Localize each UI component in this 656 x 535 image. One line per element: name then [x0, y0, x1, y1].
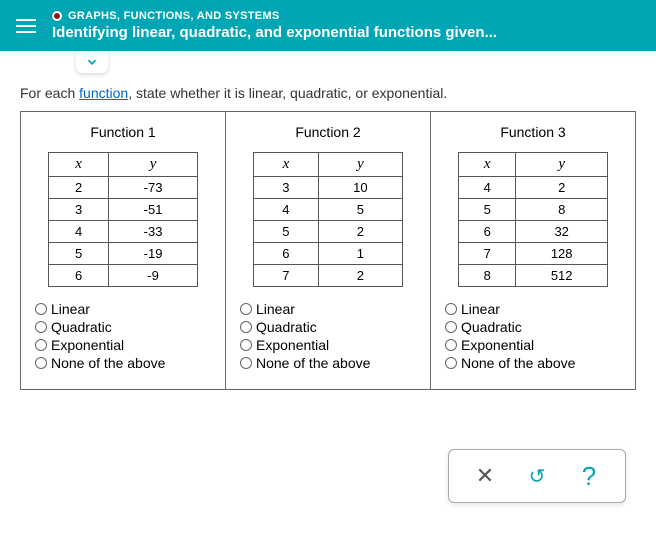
table-row: 8512 — [459, 265, 608, 287]
option-none[interactable]: None of the above — [240, 355, 416, 371]
x-header: x — [459, 153, 516, 177]
action-toolbar: ✕ ↺ ? — [448, 449, 626, 503]
option-quadratic[interactable]: Quadratic — [445, 319, 621, 335]
function-2-title: Function 2 — [240, 124, 416, 140]
y-header: y — [516, 153, 608, 177]
function-1-options: Linear Quadratic Exponential None of the… — [35, 301, 211, 371]
close-icon: ✕ — [476, 463, 494, 489]
table-row: 7128 — [459, 243, 608, 265]
table-row: 5-19 — [49, 243, 198, 265]
question-prompt: For each function, state whether it is l… — [0, 73, 656, 111]
function-1-title: Function 1 — [35, 124, 211, 140]
table-row: 45 — [254, 199, 403, 221]
reset-button[interactable]: ↺ — [523, 462, 551, 490]
table-row: 3-51 — [49, 199, 198, 221]
page-title: Identifying linear, quadratic, and expon… — [52, 24, 640, 41]
radio-icon — [35, 303, 47, 315]
table-row: 72 — [254, 265, 403, 287]
category-label: GRAPHS, FUNCTIONS, AND SYSTEMS — [52, 10, 640, 22]
table-header-row: x y — [254, 153, 403, 177]
table-row: 310 — [254, 177, 403, 199]
function-link[interactable]: function — [79, 85, 128, 101]
table-row: 632 — [459, 221, 608, 243]
x-header: x — [49, 153, 109, 177]
radio-icon — [35, 339, 47, 351]
radio-icon — [445, 321, 457, 333]
chevron-down-icon — [85, 55, 99, 69]
expand-dropdown-button[interactable] — [76, 51, 108, 73]
hamburger-menu-icon[interactable] — [16, 19, 36, 33]
table-row: 58 — [459, 199, 608, 221]
category-text: GRAPHS, FUNCTIONS, AND SYSTEMS — [68, 10, 280, 22]
y-header: y — [318, 153, 402, 177]
app-header: GRAPHS, FUNCTIONS, AND SYSTEMS Identifyi… — [0, 0, 656, 51]
help-icon: ? — [582, 461, 596, 492]
function-2-column: Function 2 x y 310 45 52 61 72 Linear Qu… — [226, 112, 431, 389]
y-header: y — [109, 153, 198, 177]
option-none[interactable]: None of the above — [445, 355, 621, 371]
functions-panel: Function 1 x y 2-73 3-51 4-33 5-19 6-9 L… — [20, 111, 636, 390]
close-button[interactable]: ✕ — [471, 462, 499, 490]
function-3-title: Function 3 — [445, 124, 621, 140]
radio-icon — [240, 321, 252, 333]
function-2-table: x y 310 45 52 61 72 — [253, 152, 403, 287]
option-quadratic[interactable]: Quadratic — [35, 319, 211, 335]
function-3-column: Function 3 x y 42 58 632 7128 8512 Linea… — [431, 112, 635, 389]
function-1-table: x y 2-73 3-51 4-33 5-19 6-9 — [48, 152, 198, 287]
option-quadratic[interactable]: Quadratic — [240, 319, 416, 335]
radio-icon — [445, 357, 457, 369]
table-row: 61 — [254, 243, 403, 265]
table-row: 6-9 — [49, 265, 198, 287]
radio-icon — [445, 339, 457, 351]
option-linear[interactable]: Linear — [445, 301, 621, 317]
table-row: 42 — [459, 177, 608, 199]
help-button[interactable]: ? — [575, 462, 603, 490]
option-none[interactable]: None of the above — [35, 355, 211, 371]
category-dot-icon — [52, 11, 62, 21]
table-header-row: x y — [459, 153, 608, 177]
option-linear[interactable]: Linear — [240, 301, 416, 317]
option-exponential[interactable]: Exponential — [240, 337, 416, 353]
table-row: 4-33 — [49, 221, 198, 243]
radio-icon — [35, 357, 47, 369]
function-1-column: Function 1 x y 2-73 3-51 4-33 5-19 6-9 L… — [21, 112, 226, 389]
radio-icon — [240, 357, 252, 369]
function-2-options: Linear Quadratic Exponential None of the… — [240, 301, 416, 371]
radio-icon — [445, 303, 457, 315]
option-linear[interactable]: Linear — [35, 301, 211, 317]
table-header-row: x y — [49, 153, 198, 177]
reset-icon: ↺ — [529, 464, 546, 489]
option-exponential[interactable]: Exponential — [35, 337, 211, 353]
function-3-options: Linear Quadratic Exponential None of the… — [445, 301, 621, 371]
radio-icon — [35, 321, 47, 333]
radio-icon — [240, 303, 252, 315]
table-row: 2-73 — [49, 177, 198, 199]
radio-icon — [240, 339, 252, 351]
table-row: 52 — [254, 221, 403, 243]
header-text: GRAPHS, FUNCTIONS, AND SYSTEMS Identifyi… — [52, 10, 640, 41]
option-exponential[interactable]: Exponential — [445, 337, 621, 353]
function-3-table: x y 42 58 632 7128 8512 — [458, 152, 608, 287]
x-header: x — [254, 153, 319, 177]
